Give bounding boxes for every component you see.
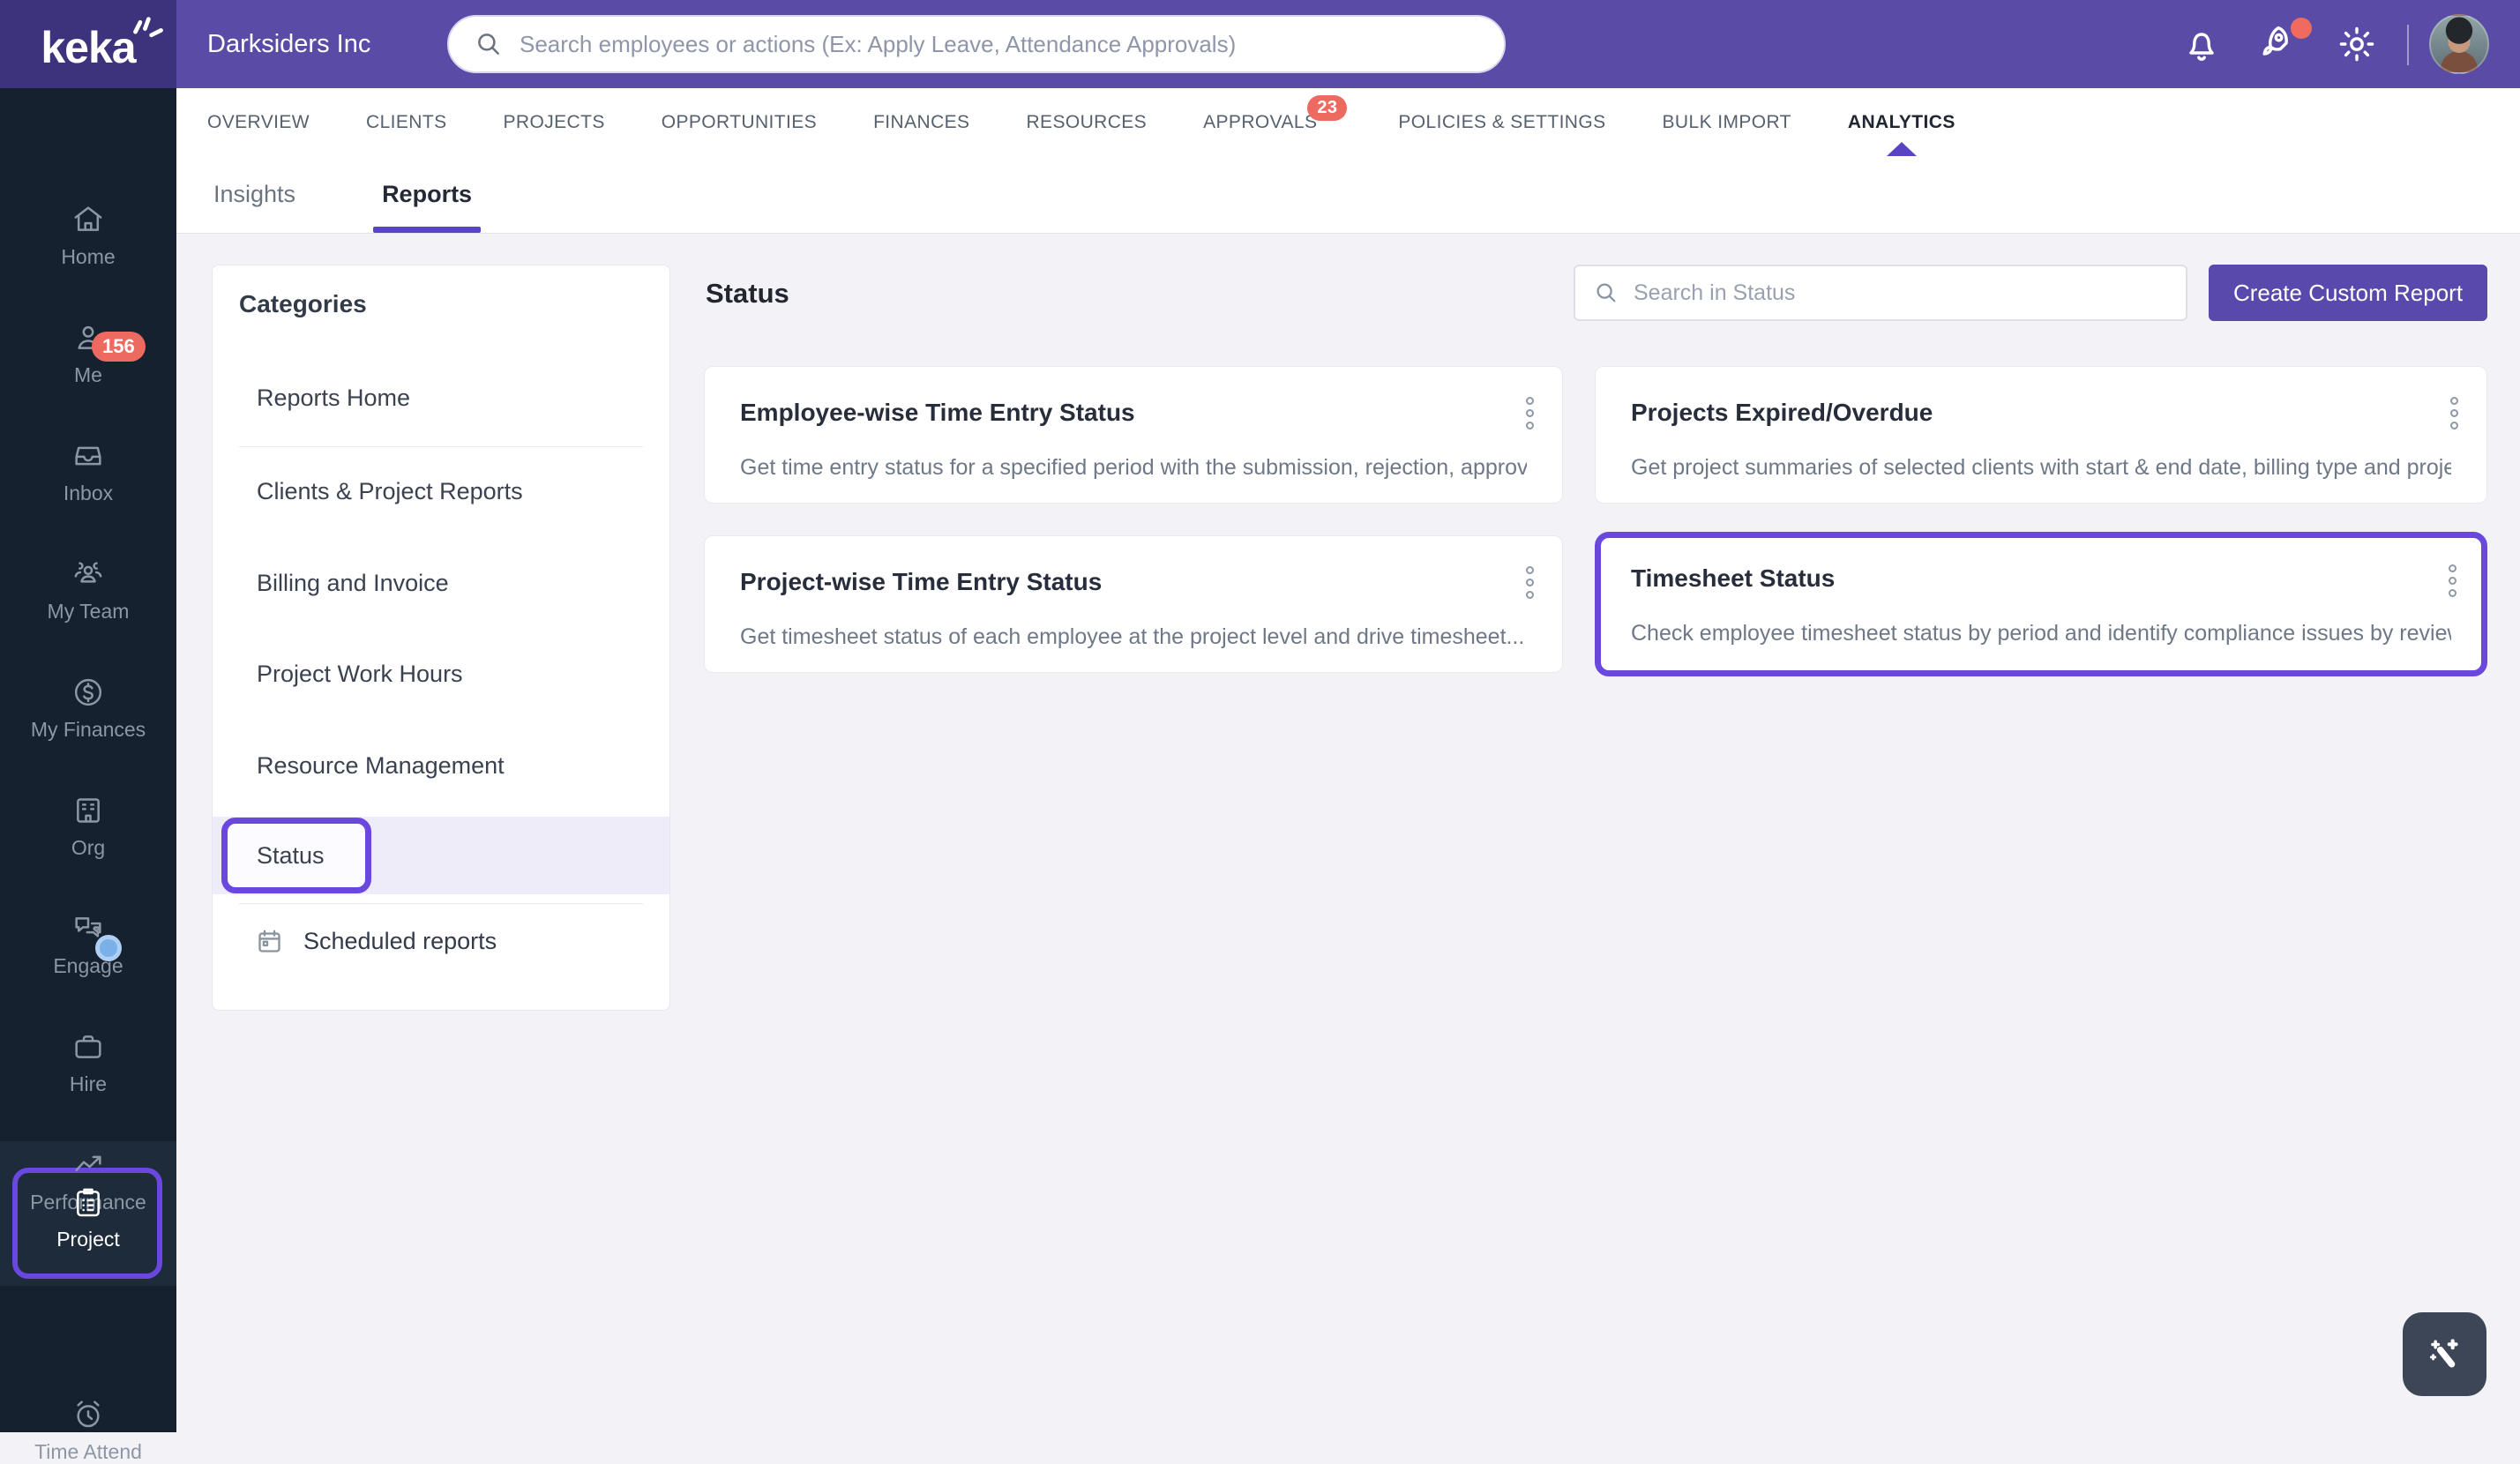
team-icon	[74, 562, 102, 583]
sidebar-item-my-finances[interactable]: My Finances	[0, 675, 176, 742]
divider	[239, 903, 643, 904]
tab-reports[interactable]: Reports	[373, 156, 482, 233]
category-project-work-hours[interactable]: Project Work Hours	[213, 647, 669, 700]
tab-approvals[interactable]: APPROVALS 23	[1203, 88, 1348, 156]
sidebar-item-project[interactable]: Project	[0, 1184, 176, 1251]
search-icon	[1596, 283, 1616, 303]
org-icon	[77, 798, 100, 823]
finances-icon	[74, 678, 102, 706]
card-menu-icon[interactable]	[1526, 566, 1534, 599]
approvals-count-badge: 23	[1307, 95, 1348, 121]
categories-title: Categories	[239, 290, 367, 317]
logo-spark-icon	[133, 17, 163, 38]
tab-finances[interactable]: FINANCES	[873, 88, 969, 156]
sidebar-item-my-team[interactable]: My Team	[0, 556, 176, 624]
tab-analytics[interactable]: ANALYTICS	[1848, 88, 1955, 156]
keka-logo[interactable]: keka	[0, 0, 176, 88]
primary-nav: OVERVIEW CLIENTS PROJECTS OPPORTUNITIES …	[176, 88, 2520, 156]
topbar-divider	[2407, 25, 2409, 65]
topbar: keka Darksiders Inc	[0, 0, 2520, 88]
active-tab-indicator	[1886, 142, 1917, 156]
calendar-icon	[258, 930, 280, 952]
tab-insights[interactable]: Insights	[213, 156, 295, 233]
secondary-nav: Insights Reports	[176, 156, 2520, 234]
category-billing-invoice[interactable]: Billing and Invoice	[213, 556, 669, 609]
tab-bulk-import[interactable]: BULK IMPORT	[1663, 88, 1791, 156]
hire-notification-dot	[95, 935, 122, 961]
category-reports-home[interactable]: Reports Home	[213, 371, 669, 424]
inbox-icon	[75, 446, 101, 466]
category-status[interactable]: Status	[221, 818, 371, 893]
active-subtab-underline	[373, 227, 482, 233]
performance-icon	[75, 1155, 101, 1172]
category-clients-project-reports[interactable]: Clients & Project Reports	[213, 465, 669, 518]
home-icon	[74, 206, 102, 231]
report-card-timesheet-status[interactable]: Timesheet Status Check employee timeshee…	[1595, 532, 2487, 676]
keka-logo-text: keka	[41, 23, 136, 72]
bell-icon[interactable]	[2180, 23, 2223, 65]
report-card-employee-wise-time-entry-status[interactable]: Employee-wise Time Entry Status Get time…	[704, 366, 1563, 504]
company-name: Darksiders Inc	[207, 30, 371, 58]
global-search[interactable]	[447, 15, 1506, 73]
sidebar-item-time-attend[interactable]: Time Attend	[0, 1397, 176, 1464]
inbox-count-badge: 156	[92, 332, 146, 362]
status-search[interactable]	[1574, 265, 2187, 321]
sidebar-item-inbox[interactable]: Inbox	[0, 438, 176, 505]
gear-icon[interactable]	[2336, 23, 2378, 65]
project-icon	[77, 1188, 100, 1217]
tab-policies-settings[interactable]: POLICIES & SETTINGS	[1398, 88, 1605, 156]
sidebar-item-hire[interactable]: Hire	[0, 1029, 176, 1096]
report-card-project-wise-time-entry-status[interactable]: Project-wise Time Entry Status Get times…	[704, 535, 1563, 673]
search-icon	[478, 34, 499, 55]
categories-panel: Categories Reports Home Clients & Projec…	[212, 265, 670, 1011]
tab-opportunities[interactable]: OPPORTUNITIES	[662, 88, 817, 156]
card-menu-icon[interactable]	[1526, 397, 1534, 429]
sidebar-item-org[interactable]: Org	[0, 793, 176, 860]
scheduled-reports-link[interactable]: Scheduled reports	[255, 927, 497, 956]
create-custom-report-button[interactable]: Create Custom Report	[2209, 265, 2487, 321]
avatar[interactable]	[2429, 14, 2489, 74]
status-search-input[interactable]	[1634, 280, 2168, 306]
category-resource-management[interactable]: Resource Management	[213, 739, 669, 792]
hire-icon	[75, 1035, 101, 1058]
rocket-notification-dot	[2291, 18, 2312, 39]
tab-resources[interactable]: RESOURCES	[1026, 88, 1147, 156]
global-search-input[interactable]	[520, 30, 1479, 58]
magic-wand-icon	[2429, 1338, 2458, 1368]
tab-projects[interactable]: PROJECTS	[504, 88, 605, 156]
tab-clients[interactable]: CLIENTS	[366, 88, 447, 156]
report-card-projects-expired-overdue[interactable]: Projects Expired/Overdue Get project sum…	[1595, 366, 2487, 504]
sidebar-item-home[interactable]: Home	[0, 202, 176, 269]
sidebar-item-me[interactable]: Me	[0, 320, 176, 387]
card-menu-icon[interactable]	[2449, 564, 2456, 597]
card-menu-icon[interactable]	[2450, 397, 2458, 429]
sidebar: Home Me Inbox 156 My Team My Finances Or…	[0, 88, 176, 1463]
divider	[239, 446, 643, 447]
time-attend-icon	[77, 1401, 100, 1428]
tab-overview[interactable]: OVERVIEW	[207, 88, 310, 156]
page-title: Status	[706, 278, 789, 309]
sidebar-item-engage[interactable]: Engage	[0, 911, 176, 978]
ai-assistant-button[interactable]	[2403, 1312, 2486, 1396]
